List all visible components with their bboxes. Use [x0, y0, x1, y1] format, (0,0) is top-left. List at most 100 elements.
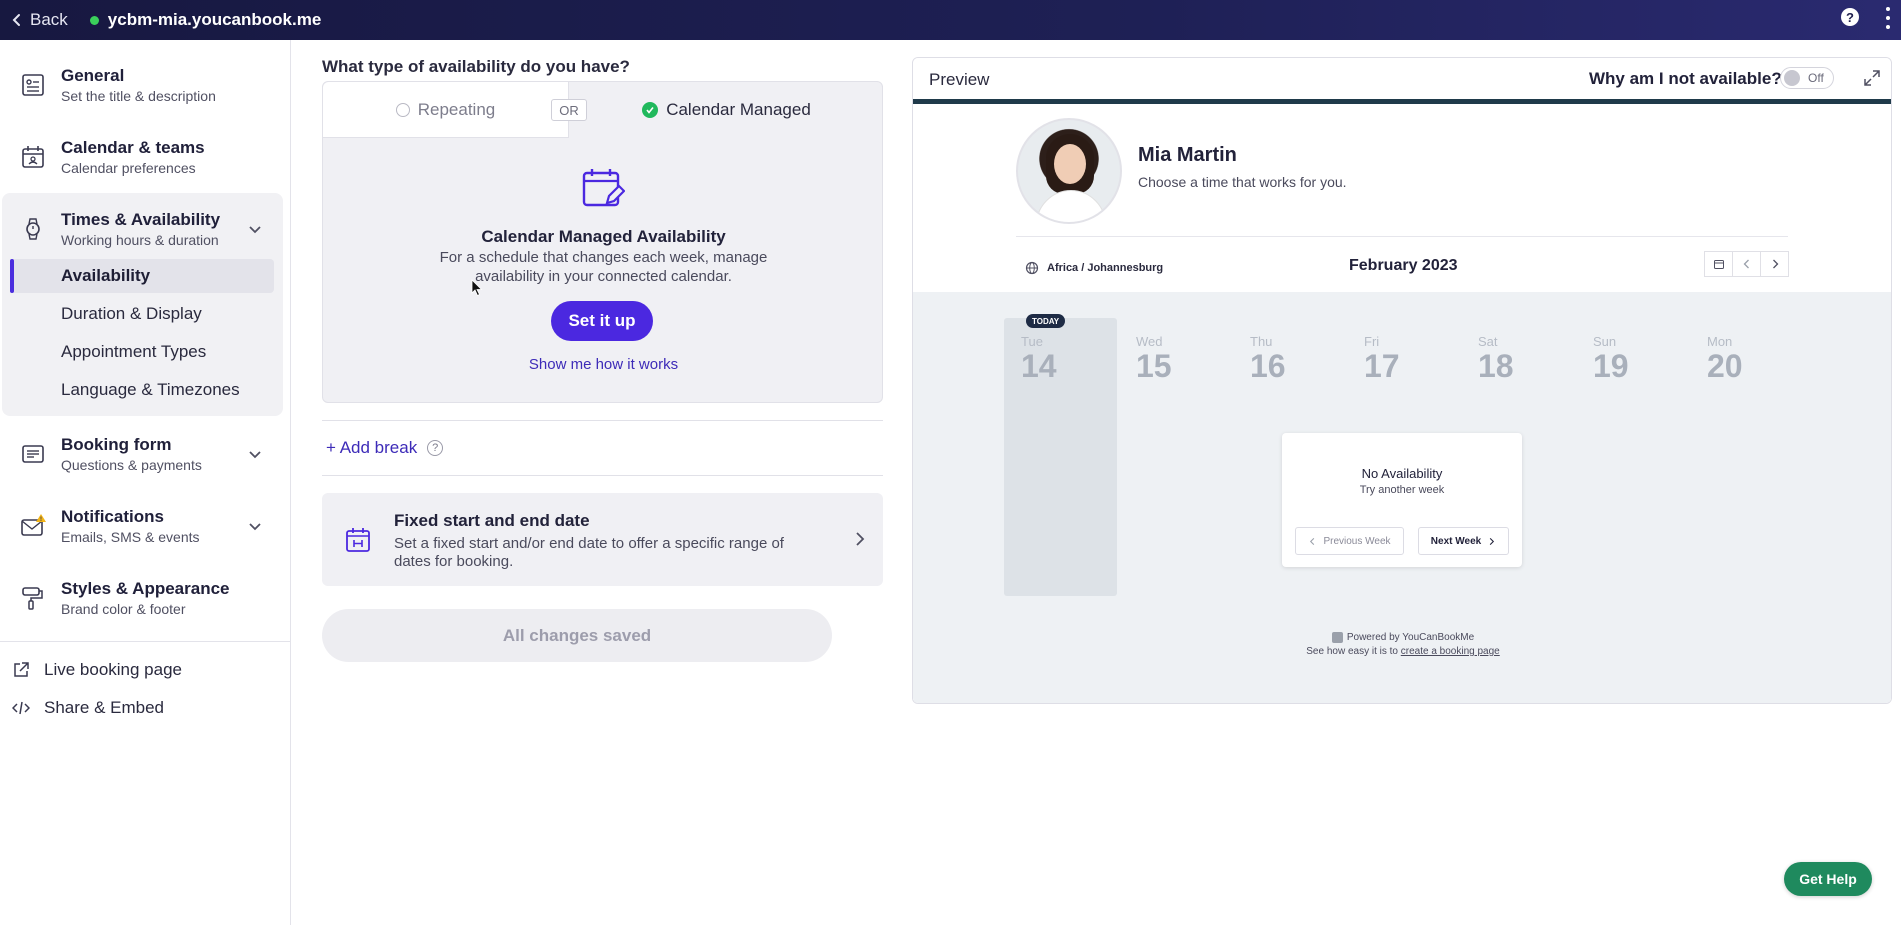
next-week-arrow[interactable]: [1761, 251, 1789, 277]
previous-week-button[interactable]: Previous Week: [1295, 527, 1404, 555]
preview-title: Preview: [929, 70, 990, 89]
toggle-knob: [1784, 70, 1800, 86]
set-it-up-button[interactable]: Set it up: [551, 301, 653, 341]
share-embed-link[interactable]: Share & Embed: [12, 698, 164, 718]
form-icon: [20, 441, 46, 467]
month-label: February 2023: [1349, 257, 1458, 274]
sidebar-item-times-availability[interactable]: Times & Availability Working hours & dura…: [0, 199, 283, 259]
mouse-cursor-icon: [471, 279, 483, 297]
tab-repeating-label: Repeating: [417, 99, 496, 119]
divider: [322, 420, 883, 421]
radio-unchecked-icon: [395, 102, 410, 117]
day-name: Sat: [1478, 334, 1498, 349]
site-url: ycbm-mia.youcanbook.me: [89, 10, 322, 30]
live-booking-page-link[interactable]: Live booking page: [12, 660, 182, 680]
top-bar: Back ycbm-mia.youcanbook.me ?: [0, 0, 1901, 40]
chevron-right-icon: [856, 532, 865, 546]
site-name: ycbm-mia.youcanbook.me: [107, 10, 322, 29]
prev-week-arrow[interactable]: [1733, 251, 1761, 277]
avatar: [1016, 118, 1122, 224]
sidebar-subitem-language-timezones[interactable]: Language & Timezones: [10, 373, 274, 407]
get-help-button[interactable]: Get Help: [1784, 862, 1872, 896]
no-availability-card: No Availability Try another week Previou…: [1282, 433, 1522, 567]
chevron-down-icon[interactable]: [246, 220, 264, 238]
chevron-left-icon: [1310, 537, 1315, 545]
sidebar-item-title: Notifications: [61, 507, 164, 526]
sidebar-item-sub: Brand color & footer: [61, 601, 186, 617]
sidebar-item-notifications[interactable]: ! Notifications Emails, SMS & events: [0, 496, 283, 556]
day-date: 19: [1593, 348, 1629, 384]
divider: [322, 475, 883, 476]
previous-week-label: Previous Week: [1323, 535, 1391, 547]
help-icon[interactable]: ?: [1841, 8, 1859, 26]
day-column: Wed 15: [1136, 334, 1216, 383]
tab-calendar-managed[interactable]: Calendar Managed: [569, 82, 884, 138]
powered-by-label: Powered by YouCanBookMe: [1346, 632, 1475, 643]
sidebar-divider: [0, 641, 291, 642]
no-availability-sub: Try another week: [1359, 484, 1445, 496]
code-icon: [12, 701, 30, 715]
day-column: Thu 16: [1250, 334, 1330, 383]
why-unavailable-label: Why am I not available?: [1589, 69, 1782, 88]
document-icon: [20, 72, 46, 98]
more-menu-icon[interactable]: [1885, 7, 1891, 29]
add-break-label: + Add break: [326, 438, 418, 457]
status-dot-icon: [89, 15, 99, 25]
sidebar-item-general[interactable]: General Set the title & description: [0, 55, 283, 115]
sidebar-item-title: Booking form: [61, 435, 172, 454]
sidebar-item-booking-form[interactable]: Booking form Questions & payments: [0, 424, 283, 484]
sidebar-item-title: Styles & Appearance: [61, 579, 230, 598]
calendar-edit-icon: [582, 169, 625, 207]
sidebar-item-sub: Calendar preferences: [61, 160, 196, 176]
create-booking-page-link[interactable]: create a booking page: [1401, 646, 1500, 657]
mail-icon: !: [20, 513, 46, 539]
back-button[interactable]: Back: [10, 10, 68, 30]
svg-text:!: !: [40, 517, 42, 523]
ycbm-logo-icon: [1331, 632, 1343, 643]
day-date: 15: [1136, 348, 1172, 384]
sidebar-item-calendar-teams[interactable]: Calendar & teams Calendar preferences: [0, 127, 283, 187]
calendar-icon: [20, 144, 46, 170]
week-nav: [1704, 251, 1789, 277]
share-embed-label: Share & Embed: [44, 698, 165, 717]
sidebar-item-sub: Emails, SMS & events: [61, 529, 200, 545]
why-unavailable-toggle[interactable]: Off: [1780, 67, 1834, 89]
next-week-button[interactable]: Next Week: [1418, 527, 1509, 555]
sidebar-item-styles-appearance[interactable]: Styles & Appearance Brand color & footer: [0, 568, 283, 628]
add-break-button[interactable]: + Add break ?: [326, 438, 444, 458]
day-name: Wed: [1136, 334, 1163, 349]
host-name: Mia Martin: [1138, 144, 1237, 166]
sidebar-item-title: General: [61, 66, 125, 85]
week-grid: TODAY Tue 14 Wed 15 Thu 16 Fri 17 Sat 18 Sun 1…: [913, 292, 1891, 703]
sidebar-item-title: Times & Availability: [61, 210, 221, 229]
day-name: Thu: [1250, 334, 1273, 349]
chevron-down-icon[interactable]: [246, 517, 264, 535]
sidebar: General Set the title & description Calen…: [0, 40, 291, 925]
timezone-selector[interactable]: Africa / Johannesburg: [1025, 261, 1163, 275]
date-picker-button[interactable]: [1704, 251, 1733, 277]
fixed-date-card[interactable]: Fixed start and end date Set a fixed sta…: [322, 493, 883, 586]
day-column: Fri 17: [1364, 334, 1444, 383]
sidebar-item-title: Calendar & teams: [61, 138, 205, 157]
day-column: Sat 18: [1478, 334, 1558, 383]
day-column: Sun 19: [1593, 334, 1673, 383]
calendar-range-icon: [346, 528, 370, 552]
powered-by-footer: Powered by YouCanBookMe See how easy it …: [913, 632, 1891, 657]
sidebar-subitem-availability[interactable]: Availability: [10, 259, 274, 293]
calendar-icon: [1713, 260, 1724, 269]
sidebar-subitem-duration-display[interactable]: Duration & Display: [10, 297, 274, 331]
chevron-left-icon: [12, 14, 20, 26]
expand-icon[interactable]: [1863, 69, 1881, 87]
show-how-link[interactable]: Show me how it works: [323, 356, 884, 373]
timezone-label: Africa / Johannesburg: [1047, 262, 1164, 274]
question-circle-icon[interactable]: ?: [427, 440, 444, 456]
see-how-label: See how easy it is to: [1306, 646, 1398, 657]
tab-repeating[interactable]: Repeating: [323, 82, 569, 138]
fixed-date-desc: Set a fixed start and/or end date to off…: [394, 535, 784, 570]
sidebar-subitem-appointment-types[interactable]: Appointment Types: [10, 335, 274, 369]
chevron-down-icon[interactable]: [246, 445, 264, 463]
chevron-right-icon: [1772, 259, 1778, 269]
host-tagline: Choose a time that works for you.: [1138, 174, 1347, 190]
no-availability-title: No Availability: [1361, 466, 1443, 481]
day-name: Sun: [1593, 334, 1617, 349]
